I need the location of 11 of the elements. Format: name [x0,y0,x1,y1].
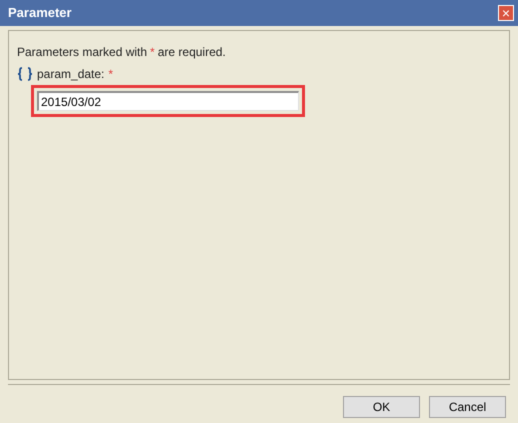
input-field[interactable]: 2015/03/02 [37,91,299,111]
window-title: Parameter [8,4,72,22]
close-button[interactable]: × [498,5,514,21]
braces-icon [17,67,33,81]
parameter-label: param_date: [37,66,104,83]
required-mark: * [150,44,155,61]
ok-button[interactable]: OK [343,396,420,418]
instruction-text: Parameters marked with [17,44,148,61]
required-mark: * [108,66,114,83]
cancel-button[interactable]: Cancel [429,396,506,418]
instruction-text: are required. [158,44,226,61]
